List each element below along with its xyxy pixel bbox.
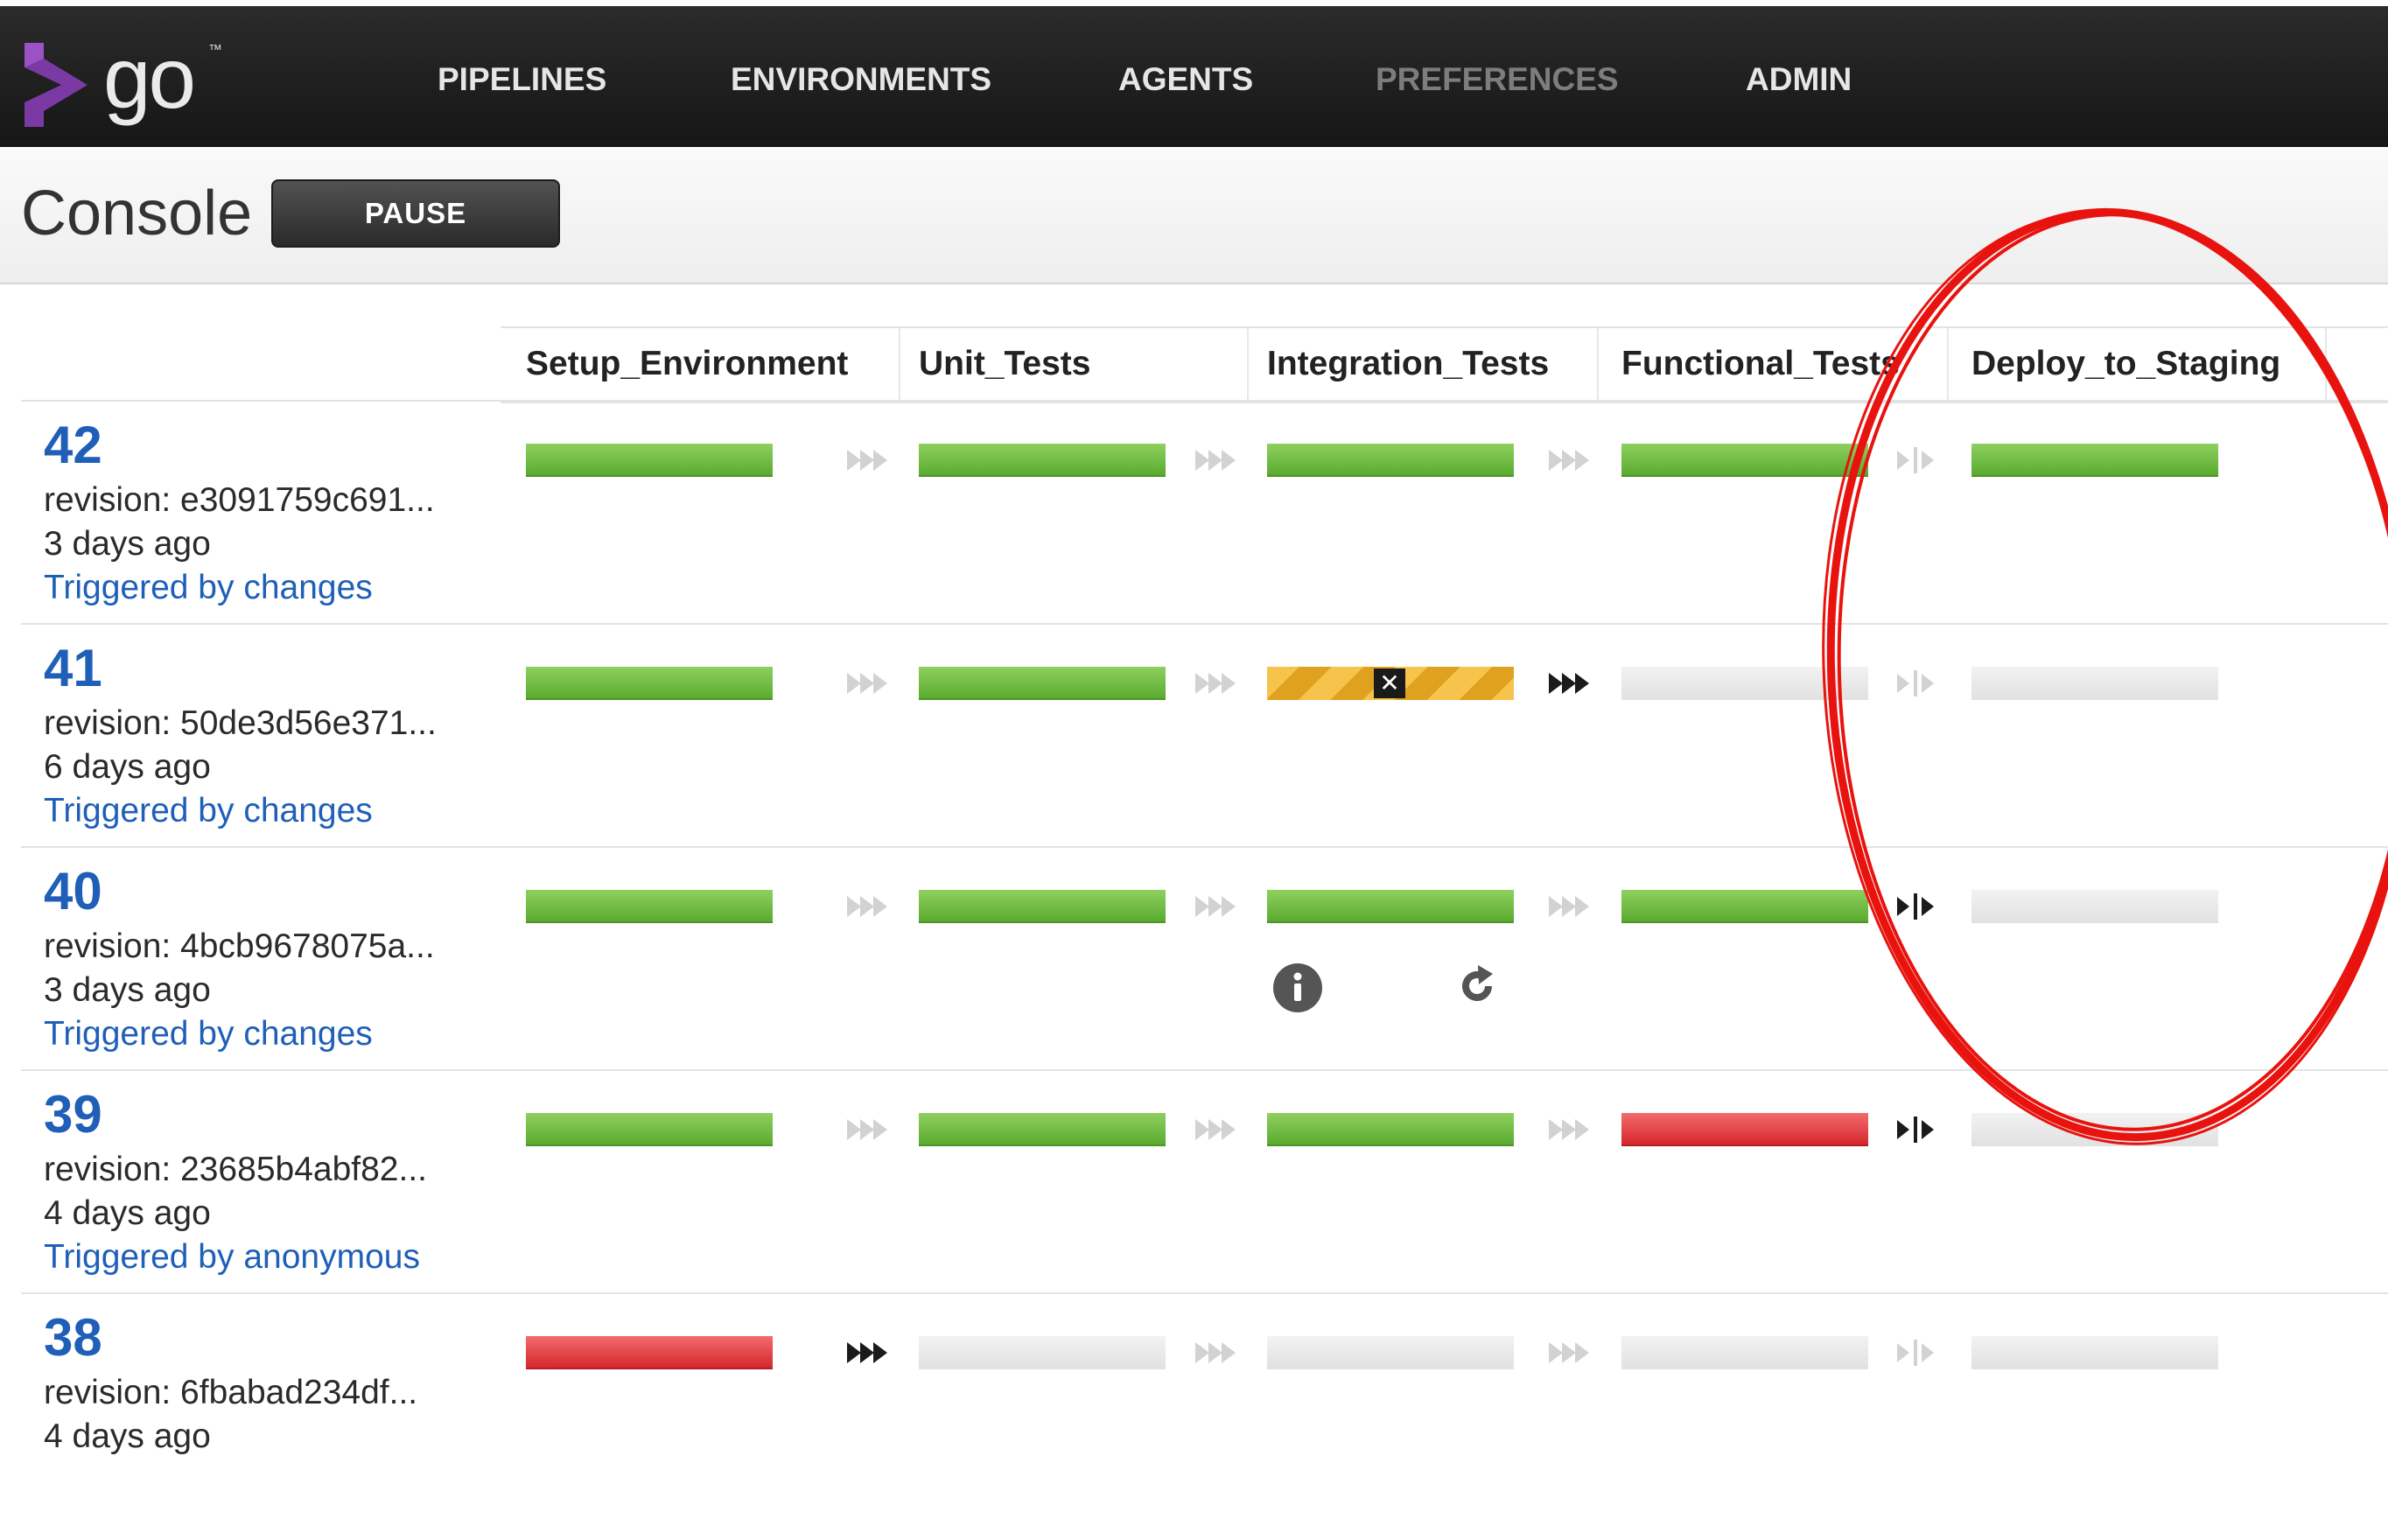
run-counter-link[interactable]: 38 (44, 1310, 102, 1366)
auto-trigger-arrow-icon (1547, 891, 1593, 922)
stage-bar-unit-tests-passed[interactable] (919, 667, 1166, 700)
run-counter-link[interactable]: 40 (44, 864, 102, 920)
column-divider (1597, 326, 1599, 402)
nav-environments[interactable]: ENVIRONMENTS (731, 60, 991, 99)
run-revision: revision: 50de3d56e371... (44, 704, 437, 742)
auto-trigger-arrow-icon (845, 668, 891, 699)
stage-bar-deploy-to-staging-unknown[interactable] (1971, 667, 2218, 700)
auto-trigger-arrow-icon (1194, 668, 1239, 699)
stage-header-functional-tests: Functional_Tests (1621, 345, 1900, 382)
run-counter-link[interactable]: 41 (44, 640, 102, 696)
stage-bar-functional-tests-failed[interactable] (1621, 1113, 1868, 1146)
rerun-icon[interactable] (1453, 962, 1502, 1011)
run-trigger-link[interactable]: Triggered by anonymous (44, 1237, 420, 1278)
stage-bar-setup-environment-passed[interactable] (526, 667, 773, 700)
stage-bar-deploy-to-staging-unknown[interactable] (1971, 890, 2218, 923)
auto-trigger-arrow-icon (1547, 444, 1593, 476)
manual-trigger-icon[interactable] (1895, 1114, 1941, 1145)
stage-header-setup-environment: Setup_Environment (526, 345, 849, 382)
stage-bar-setup-environment-failed[interactable] (526, 1336, 773, 1369)
stage-bar-deploy-to-staging-passed[interactable] (1971, 444, 2218, 477)
row-divider (21, 400, 2388, 402)
run-age: 4 days ago (44, 1194, 211, 1232)
pause-button[interactable]: PAUSE (271, 179, 560, 248)
stage-bar-setup-environment-passed[interactable] (526, 444, 773, 477)
stage-bar-unit-tests-passed[interactable] (919, 1113, 1166, 1146)
auto-trigger-arrow-icon (1194, 444, 1239, 476)
info-icon[interactable] (1273, 963, 1322, 1012)
go-logo-icon (25, 43, 88, 127)
auto-trigger-arrow-icon (845, 891, 891, 922)
page-title: Console (21, 178, 253, 248)
run-trigger-link[interactable]: Triggered by changes (44, 1014, 373, 1054)
nav-preferences[interactable]: PREFERENCES (1376, 60, 1619, 99)
column-divider (1247, 326, 1249, 402)
run-age: 6 days ago (44, 748, 211, 786)
manual-trigger-icon (1895, 1337, 1941, 1368)
run-revision: revision: 23685b4abf82... (44, 1151, 427, 1188)
auto-trigger-arrow-icon (845, 1114, 891, 1145)
row-divider (21, 1292, 2388, 1294)
nav-pipelines[interactable]: PIPELINES (438, 60, 606, 99)
stage-bar-setup-environment-passed[interactable] (526, 1113, 773, 1146)
auto-trigger-arrow-icon (1194, 1337, 1239, 1368)
run-revision: revision: 6fbabad234df... (44, 1374, 418, 1411)
stage-bar-unit-tests-passed[interactable] (919, 890, 1166, 923)
stage-bar-integration-tests-passed[interactable] (1267, 1113, 1514, 1146)
stage-bar-functional-tests-passed[interactable] (1621, 444, 1868, 477)
logo-wordmark: go (103, 30, 196, 126)
stage-bar-integration-tests-unknown[interactable] (1267, 1336, 1514, 1369)
manual-trigger-icon[interactable] (1895, 891, 1941, 922)
stage-bar-unit-tests-unknown[interactable] (919, 1336, 1166, 1369)
row-divider (21, 846, 2388, 848)
stage-header-unit-tests: Unit_Tests (919, 345, 1091, 382)
run-age: 4 days ago (44, 1418, 211, 1455)
auto-trigger-arrow-icon[interactable] (1547, 668, 1593, 699)
row-divider (21, 1069, 2388, 1071)
auto-trigger-arrow-icon[interactable] (845, 1337, 891, 1368)
stage-header-integration-tests: Integration_Tests (1267, 345, 1550, 382)
auto-trigger-arrow-icon (1194, 1114, 1239, 1145)
stage-bar-functional-tests-unknown[interactable] (1621, 1336, 1868, 1369)
run-trigger-link[interactable]: Triggered by changes (44, 568, 373, 608)
logo-trademark: ™ (208, 43, 222, 58)
nav-admin[interactable]: ADMIN (1746, 60, 1852, 99)
row-divider (21, 623, 2388, 625)
top-navigation-bar: go ™ PIPELINES ENVIRONMENTS AGENTS PREFE… (0, 0, 2388, 147)
run-revision: revision: e3091759c691... (44, 481, 435, 519)
column-divider (2325, 326, 2327, 402)
stage-bar-integration-tests-cancelled[interactable]: ✕ (1267, 667, 1514, 700)
column-divider (899, 326, 900, 402)
stage-bar-setup-environment-passed[interactable] (526, 890, 773, 923)
nav-agents[interactable]: AGENTS (1118, 60, 1253, 99)
manual-trigger-icon (1895, 444, 1941, 476)
run-revision: revision: 4bcb9678075a... (44, 928, 435, 965)
run-trigger-link[interactable]: Triggered by changes (44, 791, 373, 831)
go-logo[interactable]: go ™ (18, 30, 222, 129)
auto-trigger-arrow-icon (1547, 1337, 1593, 1368)
stage-bar-deploy-to-staging-unknown[interactable] (1971, 1113, 2218, 1146)
auto-trigger-arrow-icon (1194, 891, 1239, 922)
run-age: 3 days ago (44, 525, 211, 563)
stage-bar-integration-tests-passed[interactable] (1267, 890, 1514, 923)
stage-bar-integration-tests-passed[interactable] (1267, 444, 1514, 477)
stage-bar-functional-tests-passed[interactable] (1621, 890, 1868, 923)
auto-trigger-arrow-icon (1547, 1114, 1593, 1145)
stage-header-deploy-to-staging: Deploy_to_Staging (1971, 345, 2281, 382)
run-age: 3 days ago (44, 971, 211, 1009)
manual-trigger-icon (1895, 668, 1941, 699)
run-counter-link[interactable]: 39 (44, 1087, 102, 1143)
stage-bar-deploy-to-staging-unknown[interactable] (1971, 1336, 2218, 1369)
auto-trigger-arrow-icon (845, 444, 891, 476)
stage-bar-unit-tests-passed[interactable] (919, 444, 1166, 477)
column-divider (1947, 326, 1949, 402)
run-counter-link[interactable]: 42 (44, 417, 102, 473)
cancelled-icon: ✕ (1374, 668, 1405, 698)
page-header: Console PAUSE (0, 147, 2388, 284)
stage-bar-functional-tests-unknown[interactable] (1621, 667, 1868, 700)
